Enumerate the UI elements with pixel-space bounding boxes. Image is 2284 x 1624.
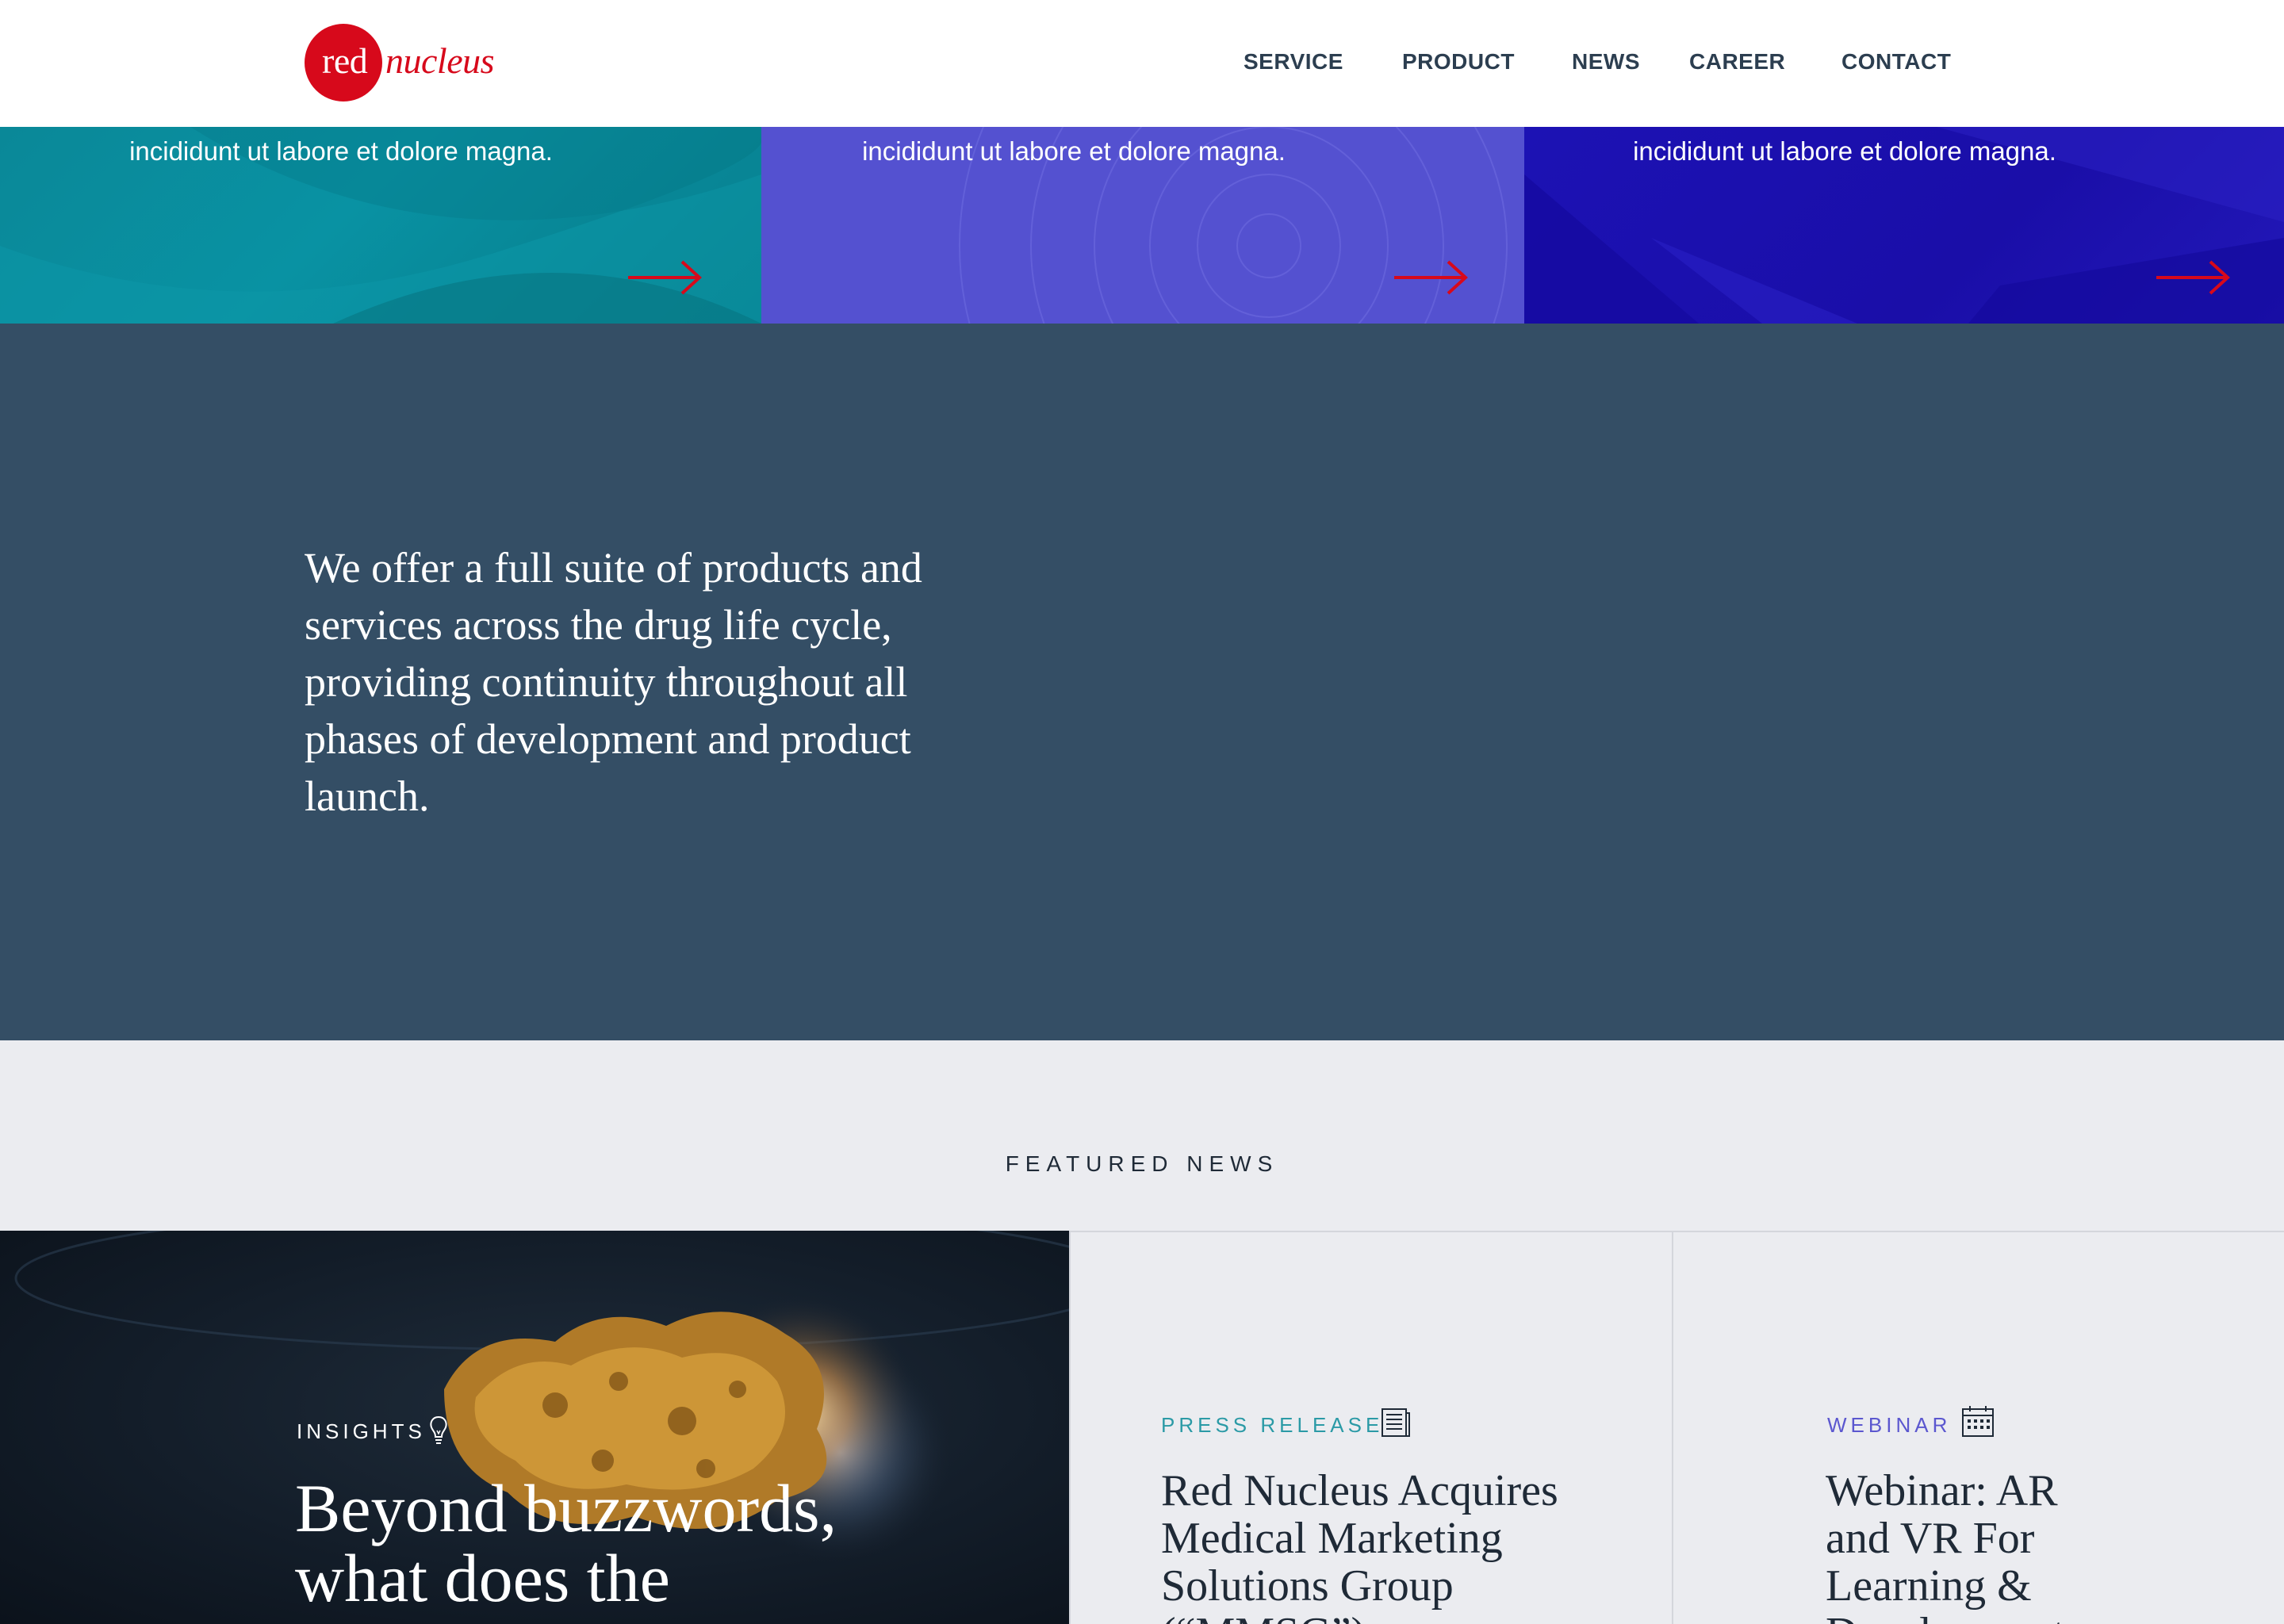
newspaper-icon <box>1382 1408 1410 1437</box>
card-title-line: Solutions Group <box>1161 1561 1454 1611</box>
card-title-line: Beyond buzzwords, <box>295 1470 837 1546</box>
news-card-insights[interactable]: INSIGHTS Beyond buzzwords, what does the <box>0 1231 1069 1624</box>
hero-tile-3-text: incididunt ut labore et dolore magna. <box>1633 136 2056 166</box>
card-title-insights: Beyond buzzwords, what does the <box>295 1473 837 1613</box>
calendar-icon <box>1962 1406 1994 1437</box>
hero-tile-1[interactable]: incididunt ut labore et dolore magna. <box>0 127 761 324</box>
card-title-line: Development <box>1826 1610 2065 1624</box>
card-tag-webinar: WEBINAR <box>1827 1413 1952 1437</box>
nav-item-career[interactable]: CAREER <box>1689 49 1785 75</box>
nav-item-contact[interactable]: CONTACT <box>1841 49 1951 75</box>
nav-item-news[interactable]: NEWS <box>1572 49 1640 75</box>
hero-tile-2-text: incididunt ut labore et dolore magna. <box>862 136 1286 166</box>
featured-news-heading: FEATURED NEWS <box>1005 1151 1279 1176</box>
intro-line: launch. <box>305 772 430 820</box>
arrow-right-icon[interactable] <box>1393 246 1472 309</box>
intro-line: We offer a full suite of products and <box>305 544 922 592</box>
hero-tile-2[interactable]: incididunt ut labore et dolore magna. <box>761 127 1524 324</box>
nav-item-product[interactable]: PRODUCT <box>1402 49 1515 75</box>
card-tag-insights: INSIGHTS <box>297 1419 426 1443</box>
intro-text: We offer a full suite of products and se… <box>305 539 1002 825</box>
card-title-press-release: Red Nucleus Acquires Medical Marketing S… <box>1161 1467 1558 1624</box>
intro-line: providing continuity throughout all <box>305 658 908 706</box>
card-title-line: and VR For <box>1826 1514 2035 1563</box>
intro-line: services across the drug life cycle, <box>305 601 892 649</box>
card-tag-press-release: PRESS RELEASE <box>1161 1413 1384 1437</box>
nav-item-service[interactable]: SERVICE <box>1244 49 1343 75</box>
lightbulb-icon <box>430 1415 447 1444</box>
news-card-press-release[interactable]: PRESS RELEASE Red Nucleus Acquires Medic… <box>1071 1232 1672 1624</box>
card-title-line: (“MMSG”) <box>1161 1610 1558 1624</box>
hero-tile-1-text: incididunt ut labore et dolore magna. <box>129 136 553 166</box>
card-title-line: Medical Marketing <box>1161 1514 1503 1563</box>
intro-section: We offer a full suite of products and se… <box>0 324 2284 1040</box>
featured-news-section: FEATURED NEWS INSIGHTS Beyond buzzwords,… <box>0 1040 2284 1624</box>
main-nav: SERVICE PRODUCT NEWS CAREER CONTACT <box>0 49 2284 81</box>
hero-tile-3[interactable]: incididunt ut labore et dolore magna. <box>1524 127 2284 324</box>
card-title-line: Red Nucleus Acquires <box>1161 1466 1558 1515</box>
card-title-line: Webinar: AR <box>1826 1466 2058 1515</box>
arrow-right-icon[interactable] <box>2155 246 2234 309</box>
card-title-line: Learning & <box>1826 1561 2032 1611</box>
card-title-line: what does the <box>295 1540 670 1616</box>
site-header: red nucleus SERVICE PRODUCT NEWS CAREER … <box>0 0 2284 127</box>
arrow-right-icon[interactable] <box>627 246 706 309</box>
card-title-webinar: Webinar: AR and VR For Learning & Develo… <box>1826 1467 2065 1624</box>
news-card-webinar[interactable]: WEBINAR Webinar: AR and VR For Learning … <box>1673 1232 2284 1624</box>
intro-line: phases of development and product <box>305 715 911 763</box>
